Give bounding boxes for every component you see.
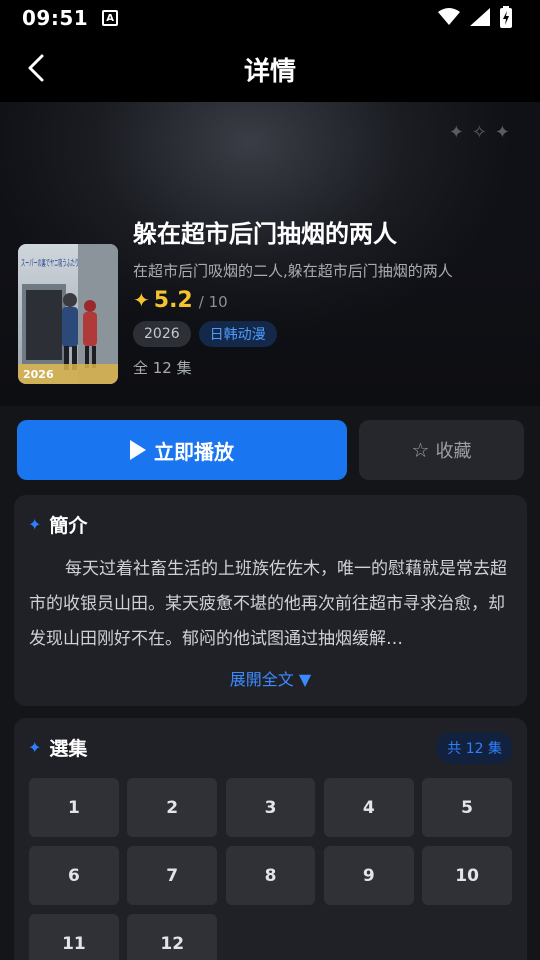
episode-button[interactable]: 1 xyxy=(29,778,119,837)
rating-max: / 10 xyxy=(198,293,228,311)
chevron-left-icon xyxy=(28,54,44,82)
poster-title-text: スーパーの裏でヤニ吸うふたり xyxy=(21,257,79,269)
episode-card: ✦ 選集 共 12 集 1 2 3 4 5 6 7 8 9 10 11 12 xyxy=(14,718,527,960)
episode-button[interactable]: 6 xyxy=(29,846,119,905)
poster-image: スーパーの裏でヤニ吸うふたり 2026 xyxy=(18,244,118,384)
show-alt-title: 在超市后门吸烟的二人,躲在超市后门抽烟的两人 xyxy=(133,262,453,280)
poster-stamp: 2026 xyxy=(23,368,54,381)
detail-content: 立即播放 ☆ 收藏 ✦ 簡介 每天过着社畜生活的上班族佐佐木，唯一的慰藉就是常去… xyxy=(0,406,540,960)
episode-button[interactable]: 12 xyxy=(127,914,218,960)
signal-icon xyxy=(470,8,490,26)
episode-button[interactable]: 2 xyxy=(127,778,218,837)
star-outline-icon: ☆ xyxy=(411,438,430,462)
favorite-label: 收藏 xyxy=(435,441,472,462)
episode-total-badge: 共 12 集 xyxy=(436,732,513,764)
app-bar: 详情 xyxy=(0,36,540,102)
episode-button[interactable]: 3 xyxy=(225,778,316,837)
keyboard-indicator-icon: A xyxy=(102,10,119,26)
show-title: 躲在超市后门抽烟的两人 xyxy=(133,220,397,248)
episode-button[interactable]: 9 xyxy=(323,846,414,905)
status-time: 09:51 xyxy=(22,6,89,30)
tag-list: 2026 日韩动漫 xyxy=(133,321,523,347)
status-icons xyxy=(438,6,512,28)
sparkle-icon: ✦✧✦ xyxy=(448,122,518,143)
episode-grid: 1 2 3 4 5 6 7 8 9 10 11 12 xyxy=(29,778,512,960)
genre-tag[interactable]: 日韩动漫 xyxy=(198,321,277,347)
play-button[interactable]: 立即播放 xyxy=(17,420,347,480)
wifi-icon xyxy=(438,8,460,25)
synopsis-card: ✦ 簡介 每天过着社畜生活的上班族佐佐木，唯一的慰藉就是常去超市的收银员山田。某… xyxy=(14,495,527,706)
expand-button[interactable]: 展開全文 ▼ xyxy=(14,666,527,690)
sparkle-icon: ✦ xyxy=(28,515,42,534)
sparkle-icon: ✦ xyxy=(28,738,42,757)
favorite-button[interactable]: ☆ 收藏 xyxy=(359,420,524,480)
synopsis-heading: 簡介 xyxy=(49,515,88,537)
show-info: 躲在超市后门抽烟的两人 在超市后门吸烟的二人,躲在超市后门抽烟的两人 ✦ 5.2… xyxy=(133,216,523,378)
battery-icon xyxy=(500,6,512,28)
episode-heading: 選集 xyxy=(49,738,88,760)
star-icon: ✦ xyxy=(133,288,150,312)
play-label: 立即播放 xyxy=(154,439,234,464)
episode-button[interactable]: 5 xyxy=(422,778,512,837)
episode-button[interactable]: 7 xyxy=(127,846,218,905)
synopsis-header: ✦ 簡介 xyxy=(14,495,527,538)
rating-value: 5.2 xyxy=(153,288,193,313)
status-bar: 09:51 A xyxy=(0,0,540,36)
back-button[interactable] xyxy=(18,50,54,86)
episode-button[interactable]: 10 xyxy=(422,846,512,905)
page-title: 详情 xyxy=(243,56,296,87)
episode-count: 全 12 集 xyxy=(133,359,192,377)
play-icon xyxy=(130,440,146,460)
year-tag: 2026 xyxy=(133,321,191,347)
hero-banner: ✦✧✦ スーパーの裏でヤニ吸うふたり 2026 xyxy=(0,102,540,406)
rating: ✦ 5.2 / 10 xyxy=(133,288,523,313)
episode-button[interactable]: 4 xyxy=(323,778,414,837)
episode-button[interactable]: 11 xyxy=(29,914,119,960)
synopsis-text: 每天过着社畜生活的上班族佐佐木，唯一的慰藉就是常去超市的收银员山田。某天疲惫不堪… xyxy=(29,559,507,649)
episode-button[interactable]: 8 xyxy=(225,846,316,905)
